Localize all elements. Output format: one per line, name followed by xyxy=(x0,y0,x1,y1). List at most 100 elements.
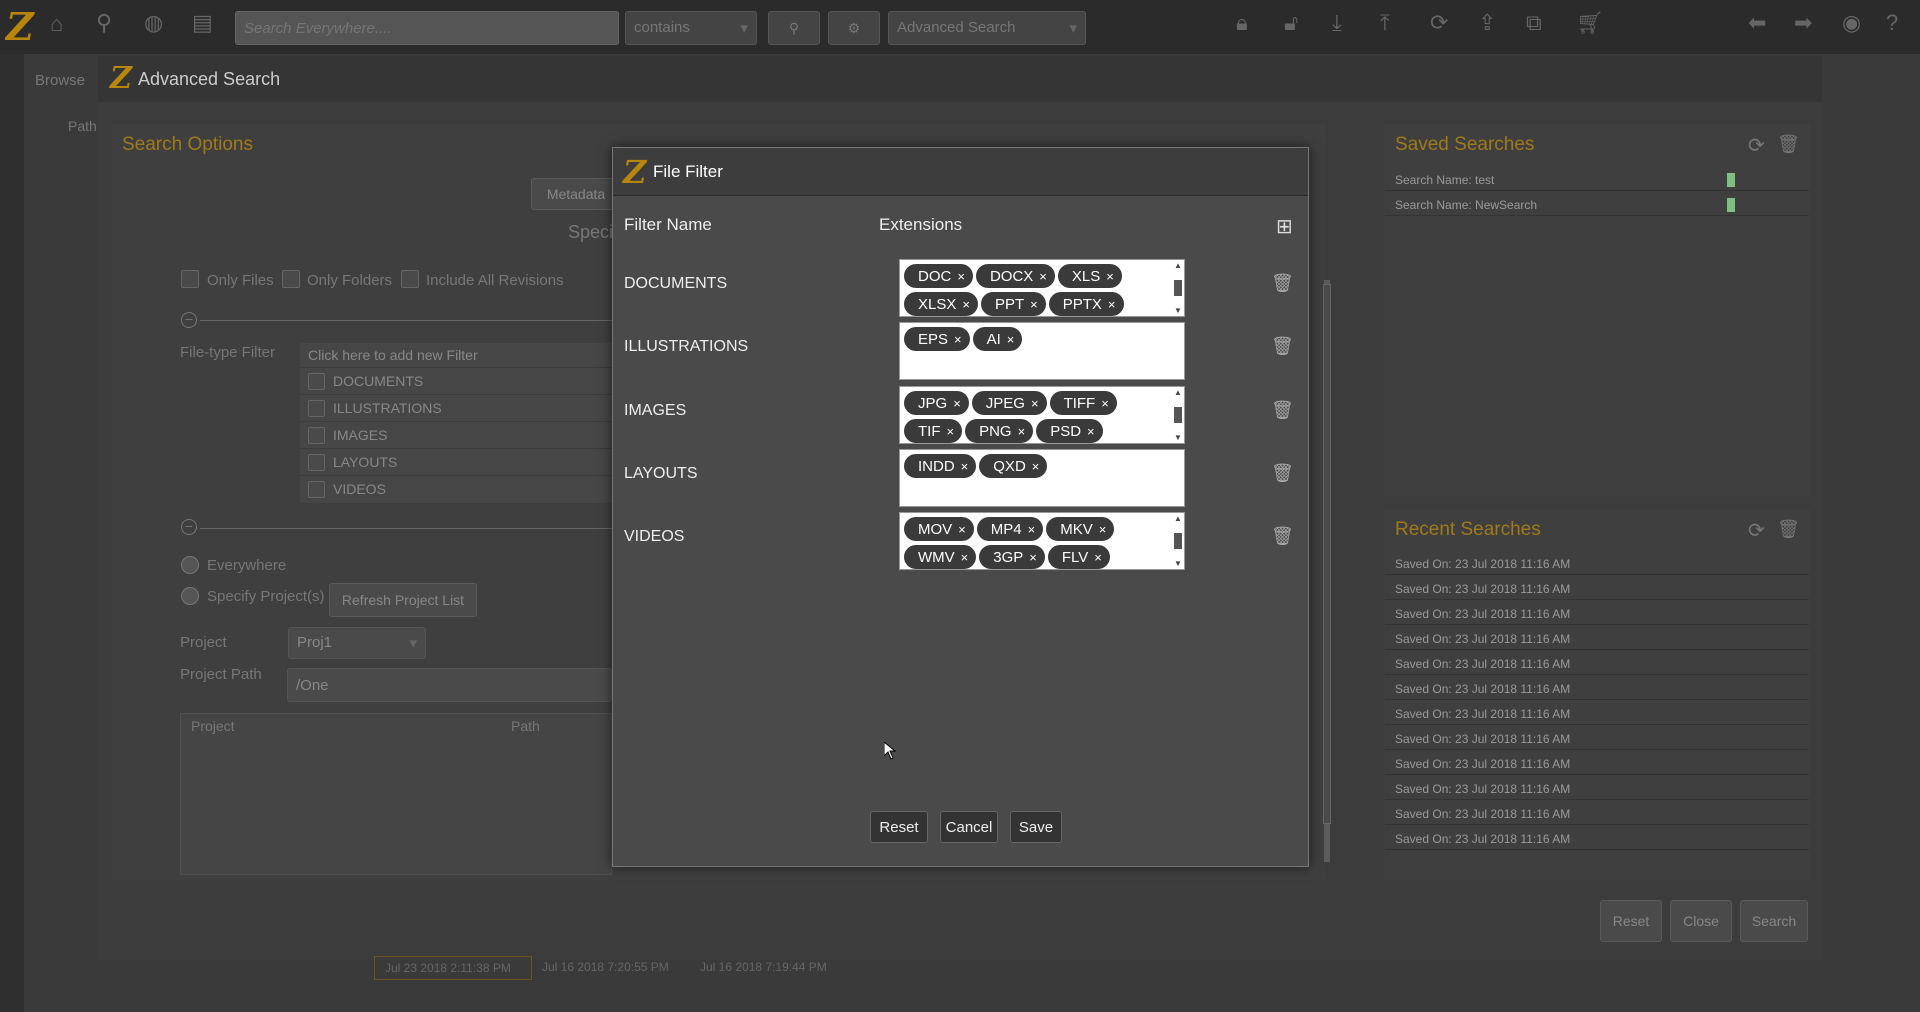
refresh-icon[interactable]: ⟳ xyxy=(1430,12,1448,34)
recent-search-row[interactable]: Saved On: 23 Jul 2018 11:16 AM xyxy=(1385,778,1809,800)
recent-search-row[interactable]: Saved On: 23 Jul 2018 11:16 AM xyxy=(1385,653,1809,675)
delete-filter-icon[interactable]: 🗑︎ xyxy=(1271,273,1294,294)
trash-icon[interactable]: 🗑︎ xyxy=(1777,134,1800,155)
recent-search-row[interactable]: Saved On: 23 Jul 2018 11:16 AM xyxy=(1385,628,1809,650)
scroll-down-icon[interactable]: ▼ xyxy=(1174,433,1182,442)
filter-checkbox[interactable] xyxy=(308,426,325,444)
project-path-input[interactable]: /One xyxy=(287,668,612,702)
delete-filter-icon[interactable]: 🗑︎ xyxy=(1271,400,1294,421)
extensions-tag-input[interactable]: INDD × QXD × xyxy=(899,449,1185,507)
dialog-reset-button[interactable]: Reset xyxy=(870,811,928,843)
download-icon[interactable]: ⤓ xyxy=(1332,12,1342,34)
trash-icon[interactable]: 🗑︎ xyxy=(1777,519,1800,540)
scroll-down-icon[interactable]: ▼ xyxy=(1174,559,1182,568)
remove-tag-icon[interactable]: × xyxy=(1099,522,1107,537)
delete-filter-icon[interactable]: 🗑︎ xyxy=(1271,526,1294,547)
remove-tag-icon[interactable]: × xyxy=(1039,269,1047,284)
scrollbar-thumb[interactable] xyxy=(1174,280,1182,296)
recent-search-row[interactable]: Saved On: 23 Jul 2018 11:16 AM xyxy=(1385,553,1809,575)
scroll-up-icon[interactable]: ▲ xyxy=(1174,514,1182,523)
globe-icon[interactable]: ◍ xyxy=(144,12,163,34)
filter-list-item[interactable]: ILLUSTRATIONS xyxy=(300,394,612,421)
share-icon[interactable]: ⇪ xyxy=(1478,12,1496,34)
delete-filter-icon[interactable]: 🗑︎ xyxy=(1271,463,1294,484)
remove-tag-icon[interactable]: × xyxy=(1094,550,1102,565)
recent-search-row[interactable]: Saved On: 23 Jul 2018 11:16 AM xyxy=(1385,578,1809,600)
remove-tag-icon[interactable]: × xyxy=(1030,297,1038,312)
filter-checkbox[interactable] xyxy=(308,372,325,390)
user-icon[interactable]: ◉ xyxy=(1842,12,1861,34)
remove-tag-icon[interactable]: × xyxy=(957,269,965,284)
include-revisions-checkbox[interactable] xyxy=(401,270,419,288)
lock-icon[interactable]: 🔒︎ xyxy=(1236,12,1248,34)
remove-tag-icon[interactable]: × xyxy=(961,550,969,565)
unlock-icon[interactable]: 🔓︎ xyxy=(1284,12,1298,34)
date-chip[interactable]: Jul 23 2018 2:11:38 PM xyxy=(374,956,532,980)
extensions-tag-input[interactable]: JPG × JPEG × TIFF × TIF × PNG × PSD × ▲ ▼ xyxy=(899,386,1185,444)
dialog-cancel-button[interactable]: Cancel xyxy=(940,811,998,843)
tag-scrollbar[interactable]: ▲ ▼ xyxy=(1173,261,1183,315)
extensions-tag-input[interactable]: DOC × DOCX × XLS × XLSX × PPT × PPTX × ▲ ▼ xyxy=(899,259,1185,317)
table-header-project[interactable]: Project xyxy=(191,718,235,734)
app-logo[interactable]: Z xyxy=(6,8,34,46)
extensions-tag-input[interactable]: MOV × MP4 × MKV × WMV × 3GP × FLV × ▲ ▼ xyxy=(899,512,1185,570)
everywhere-radio[interactable] xyxy=(181,556,199,574)
search-type-select[interactable]: Advanced Search ▾ xyxy=(888,11,1086,45)
remove-tag-icon[interactable]: × xyxy=(1018,424,1026,439)
delete-filter-icon[interactable]: 🗑︎ xyxy=(1271,336,1294,357)
scroll-down-icon[interactable]: ▼ xyxy=(1174,306,1182,315)
tag-scrollbar[interactable]: ▲ ▼ xyxy=(1173,514,1183,568)
remove-tag-icon[interactable]: × xyxy=(947,424,955,439)
remove-tag-icon[interactable]: × xyxy=(1101,396,1109,411)
home-icon[interactable]: ⌂ xyxy=(50,13,63,35)
refresh-icon[interactable]: ⟳ xyxy=(1748,518,1765,543)
remove-tag-icon[interactable]: × xyxy=(962,297,970,312)
close-button[interactable]: Close xyxy=(1670,900,1732,942)
filter-checkbox[interactable] xyxy=(308,480,325,498)
remove-tag-icon[interactable]: × xyxy=(1108,297,1116,312)
scroll-up-icon[interactable]: ▲ xyxy=(1174,261,1182,270)
global-search-input[interactable] xyxy=(235,11,619,45)
add-filter-icon[interactable]: ⊞ xyxy=(1276,214,1293,239)
scrollbar-thumb[interactable] xyxy=(1323,284,1331,824)
recent-search-row[interactable]: Saved On: 23 Jul 2018 11:16 AM xyxy=(1385,603,1809,625)
specify-projects-radio[interactable] xyxy=(181,587,199,605)
search-button[interactable]: ⚲ xyxy=(768,11,820,45)
scrollbar-thumb[interactable] xyxy=(1174,533,1182,549)
dialog-scrollbar[interactable] xyxy=(1322,270,1332,872)
filter-list-item[interactable]: VIDEOS xyxy=(300,475,612,502)
compare-icon[interactable]: ⧉ xyxy=(1526,12,1542,34)
filter-list-item[interactable]: IMAGES xyxy=(300,421,612,448)
saved-search-row[interactable]: Search Name: NewSearch xyxy=(1385,194,1809,216)
back-arrow-icon[interactable]: ⬅ xyxy=(1748,12,1766,34)
filter-checkbox[interactable] xyxy=(308,453,325,471)
browse-tab[interactable]: Browse xyxy=(35,72,85,89)
match-mode-select[interactable]: contains ▾ xyxy=(625,11,757,45)
refresh-project-list-button[interactable]: Refresh Project List xyxy=(329,583,477,617)
filter-checkbox[interactable] xyxy=(308,399,325,417)
filter-list-item[interactable]: LAYOUTS xyxy=(300,448,612,475)
document-icon[interactable]: ▤ xyxy=(192,12,213,34)
table-header-path[interactable]: Path xyxy=(511,718,540,734)
remove-tag-icon[interactable]: × xyxy=(961,459,969,474)
dialog-save-button[interactable]: Save xyxy=(1010,811,1062,843)
cart-icon[interactable]: 🛒︎ xyxy=(1576,12,1604,34)
remove-tag-icon[interactable]: × xyxy=(1106,269,1114,284)
remove-tag-icon[interactable]: × xyxy=(1007,332,1015,347)
recent-search-row[interactable]: Saved On: 23 Jul 2018 11:16 AM xyxy=(1385,678,1809,700)
tag-scrollbar[interactable]: ▲ ▼ xyxy=(1173,388,1183,442)
metadata-tab[interactable]: Metadata xyxy=(531,178,621,210)
recent-search-row[interactable]: Saved On: 23 Jul 2018 11:16 AM xyxy=(1385,753,1809,775)
filter-list-item[interactable]: DOCUMENTS xyxy=(300,367,612,394)
only-folders-checkbox[interactable] xyxy=(282,270,300,288)
remove-tag-icon[interactable]: × xyxy=(1029,550,1037,565)
forward-arrow-icon[interactable]: ➡ xyxy=(1794,12,1812,34)
recent-search-row[interactable]: Saved On: 23 Jul 2018 11:16 AM xyxy=(1385,803,1809,825)
search-icon[interactable]: ⚲ xyxy=(96,12,112,34)
reset-button[interactable]: Reset xyxy=(1600,900,1662,942)
remove-tag-icon[interactable]: × xyxy=(1087,424,1095,439)
project-select[interactable]: Proj1 ▾ xyxy=(288,627,426,659)
remove-tag-icon[interactable]: × xyxy=(1031,396,1039,411)
remove-tag-icon[interactable]: × xyxy=(1032,459,1040,474)
refresh-icon[interactable]: ⟳ xyxy=(1748,133,1765,158)
